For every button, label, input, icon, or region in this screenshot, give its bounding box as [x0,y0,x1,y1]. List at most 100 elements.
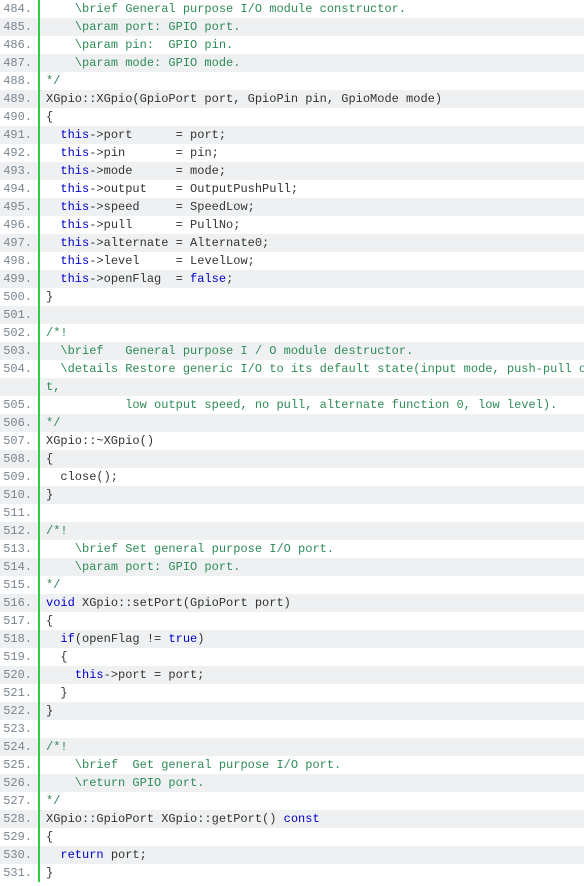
code-content: } [40,866,53,880]
code-content: low output speed, no pull, alternate fun… [40,398,557,412]
code-content: close(); [40,470,118,484]
code-content: XGpio::GpioPort XGpio::getPort() const [40,812,320,826]
line-number: 515. [0,578,38,592]
code-line: 531.} [0,864,584,882]
code-line: 493. this->mode = mode; [0,162,584,180]
code-content: */ [40,74,60,88]
code-content: \param pin: GPIO pin. [40,38,233,52]
code-line: 529.{ [0,828,584,846]
line-number: 497. [0,236,38,250]
code-line: 522.} [0,702,584,720]
line-number: 502. [0,326,38,340]
line-number: 490. [0,110,38,124]
line-number: 521. [0,686,38,700]
code-line: 500.} [0,288,584,306]
code-line: 514. \param port: GPIO port. [0,558,584,576]
line-number: 496. [0,218,38,232]
code-line: 513. \brief Set general purpose I/O port… [0,540,584,558]
code-line: 488.*/ [0,72,584,90]
code-content: { [40,650,68,664]
code-content: } [40,290,53,304]
code-line: 519. { [0,648,584,666]
code-listing: 484. \brief General purpose I/O module c… [0,0,584,882]
line-number: 488. [0,74,38,88]
line-number: 485. [0,20,38,34]
code-line: 511. [0,504,584,522]
code-content: void XGpio::setPort(GpioPort port) [40,596,291,610]
code-content: } [40,488,53,502]
code-line: 506.*/ [0,414,584,432]
line-number: 519. [0,650,38,664]
code-line: 496. this->pull = PullNo; [0,216,584,234]
code-line: 523. [0,720,584,738]
code-line: 505. low output speed, no pull, alternat… [0,396,584,414]
code-content: { [40,614,53,628]
code-line: 485. \param port: GPIO port. [0,18,584,36]
code-content: return port; [40,848,147,862]
code-line: 508.{ [0,450,584,468]
code-content: /*! [40,326,68,340]
code-content: \param port: GPIO port. [40,20,240,34]
line-number: 487. [0,56,38,70]
code-content: \details Restore generic I/O to its defa… [40,362,584,376]
code-content: this->pin = pin; [40,146,219,160]
line-number: 491. [0,128,38,142]
line-number: 511. [0,506,38,520]
code-line: 501. [0,306,584,324]
code-content: this->alternate = Alternate0; [40,236,269,250]
code-line: 518. if(openFlag != true) [0,630,584,648]
line-number: 507. [0,434,38,448]
code-line: 509. close(); [0,468,584,486]
line-number: 531. [0,866,38,880]
code-line: 504. \details Restore generic I/O to its… [0,360,584,378]
line-number: 486. [0,38,38,52]
code-content: this->port = port; [40,668,204,682]
code-line: 521. } [0,684,584,702]
line-number: 510. [0,488,38,502]
code-line: 502./*! [0,324,584,342]
code-content: \param port: GPIO port. [40,560,240,574]
code-line: 490.{ [0,108,584,126]
line-number: 530. [0,848,38,862]
code-content: this->speed = SpeedLow; [40,200,255,214]
line-number: 513. [0,542,38,556]
code-content: */ [40,578,60,592]
code-line: t, [0,378,584,396]
code-content: \return GPIO port. [40,776,204,790]
line-number: 528. [0,812,38,826]
code-line: 527.*/ [0,792,584,810]
code-line: 526. \return GPIO port. [0,774,584,792]
code-line: 491. this->port = port; [0,126,584,144]
code-line: 510.} [0,486,584,504]
change-marker [38,504,40,522]
code-content: \brief General purpose I/O module constr… [40,2,406,16]
code-line: 520. this->port = port; [0,666,584,684]
code-content: this->port = port; [40,128,226,142]
line-number: 506. [0,416,38,430]
line-number: 526. [0,776,38,790]
line-number: 495. [0,200,38,214]
code-content: XGpio::XGpio(GpioPort port, GpioPin pin,… [40,92,442,106]
code-line: 486. \param pin: GPIO pin. [0,36,584,54]
line-number: 516. [0,596,38,610]
line-number: 509. [0,470,38,484]
code-content: } [40,704,53,718]
line-number: 525. [0,758,38,772]
line-number: 512. [0,524,38,538]
code-line: 487. \param mode: GPIO mode. [0,54,584,72]
code-content: /*! [40,740,68,754]
code-line: 512./*! [0,522,584,540]
code-content: this->output = OutputPushPull; [40,182,298,196]
line-number: 517. [0,614,38,628]
code-content: \brief Get general purpose I/O port. [40,758,341,772]
code-content: { [40,452,53,466]
code-line: 499. this->openFlag = false; [0,270,584,288]
code-content: \brief Set general purpose I/O port. [40,542,334,556]
line-number: 499. [0,272,38,286]
code-content: XGpio::~XGpio() [40,434,154,448]
code-line: 530. return port; [0,846,584,864]
change-marker [38,306,40,324]
code-line: 515.*/ [0,576,584,594]
code-line: 498. this->level = LevelLow; [0,252,584,270]
code-content: */ [40,794,60,808]
